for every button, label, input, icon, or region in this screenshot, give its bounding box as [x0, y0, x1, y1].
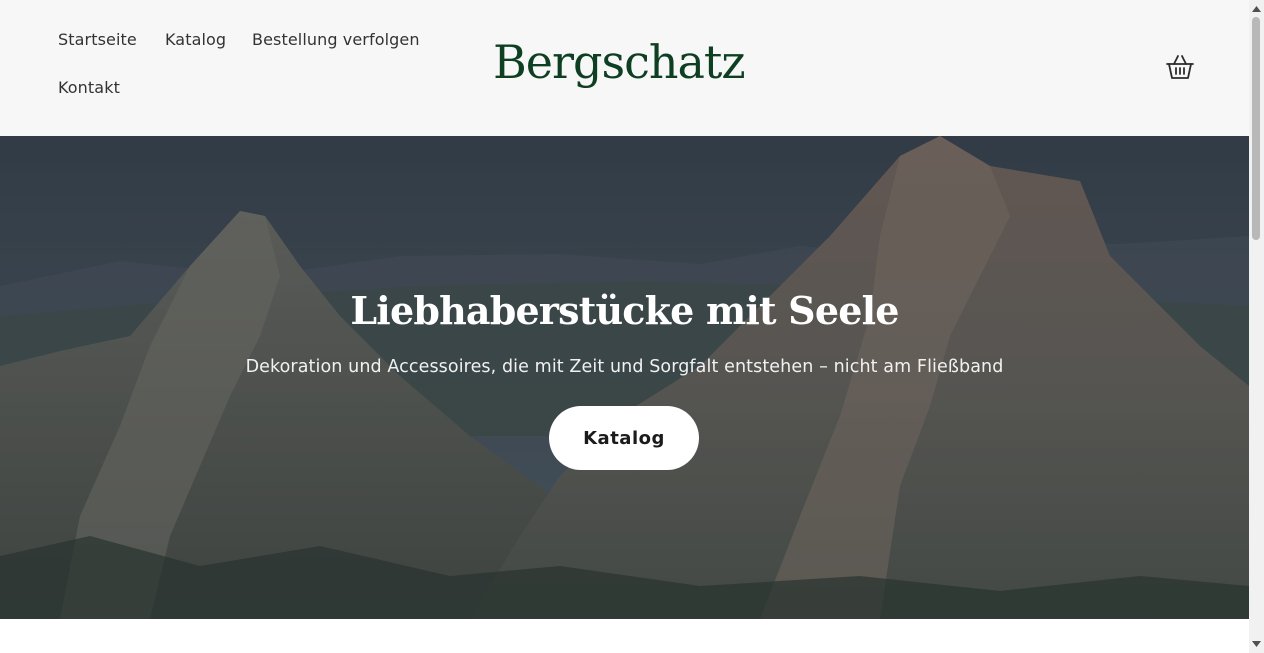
cart-button[interactable]	[1165, 53, 1195, 81]
scroll-up-arrow-icon[interactable]	[1251, 4, 1262, 13]
catalog-button[interactable]: Katalog	[549, 406, 699, 470]
scroll-down-arrow-icon[interactable]	[1251, 640, 1262, 649]
brand-logo[interactable]: Bergschatz	[493, 33, 753, 91]
hero-banner: Liebhaberstücke mit Seele Dekoration und…	[0, 136, 1249, 619]
nav-link-kontakt[interactable]: Kontakt	[58, 78, 120, 97]
hero-subtitle: Dekoration und Accessoires, die mit Zeit…	[245, 357, 1004, 377]
basket-icon	[1166, 55, 1194, 79]
site-header: Startseite Katalog Bestellung verfolgen …	[0, 0, 1249, 136]
nav-link-bestellung-verfolgen[interactable]: Bestellung verfolgen	[252, 30, 420, 49]
nav-link-startseite[interactable]: Startseite	[58, 30, 137, 49]
scrollbar-thumb[interactable]	[1252, 17, 1260, 240]
nav-link-katalog[interactable]: Katalog	[165, 30, 226, 49]
hero-title: Liebhaberstücke mit Seele	[350, 288, 899, 333]
